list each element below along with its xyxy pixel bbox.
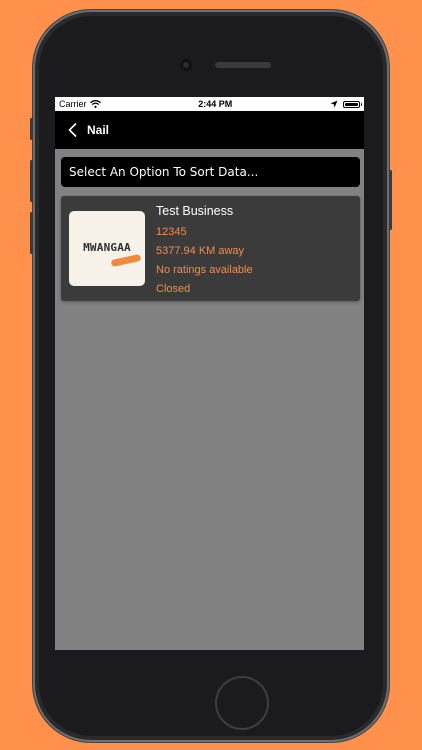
mute-switch bbox=[30, 118, 33, 140]
logo-swoosh-icon bbox=[110, 253, 142, 268]
location-arrow-icon bbox=[330, 100, 338, 108]
volume-down-button bbox=[30, 212, 33, 254]
status-bar: Carrier 2:44 PM bbox=[55, 97, 364, 111]
sort-dropdown[interactable]: Select An Option To Sort Data... bbox=[61, 157, 360, 187]
app-screen: Carrier 2:44 PM Nail Select An Option To… bbox=[55, 97, 364, 650]
business-name: Test Business bbox=[156, 204, 234, 218]
earpiece-speaker bbox=[215, 62, 271, 68]
business-status: Closed bbox=[156, 283, 191, 295]
logo-wordmark: MWANGAA bbox=[83, 241, 131, 254]
power-button bbox=[389, 170, 392, 230]
home-button[interactable] bbox=[215, 676, 269, 730]
business-rating: No ratings available bbox=[156, 264, 253, 276]
chevron-left-icon[interactable] bbox=[67, 122, 79, 138]
battery-fill bbox=[345, 102, 358, 106]
wifi-icon bbox=[89, 100, 101, 108]
business-phone: 12345 bbox=[156, 226, 187, 238]
carrier-label: Carrier bbox=[59, 99, 87, 109]
business-distance: 5377.94 KM away bbox=[156, 245, 245, 257]
page-title: Nail bbox=[87, 123, 110, 137]
business-card[interactable]: MWANGAA Test Business 12345 5377.94 KM a… bbox=[61, 196, 360, 301]
volume-up-button bbox=[30, 160, 33, 202]
nav-bar: Nail bbox=[55, 111, 364, 149]
business-logo: MWANGAA bbox=[69, 211, 145, 286]
status-time: 2:44 PM bbox=[198, 99, 233, 109]
front-camera bbox=[180, 59, 192, 71]
business-info: Test Business 12345 5377.94 KM away No r… bbox=[156, 204, 253, 299]
battery-icon bbox=[343, 100, 362, 108]
